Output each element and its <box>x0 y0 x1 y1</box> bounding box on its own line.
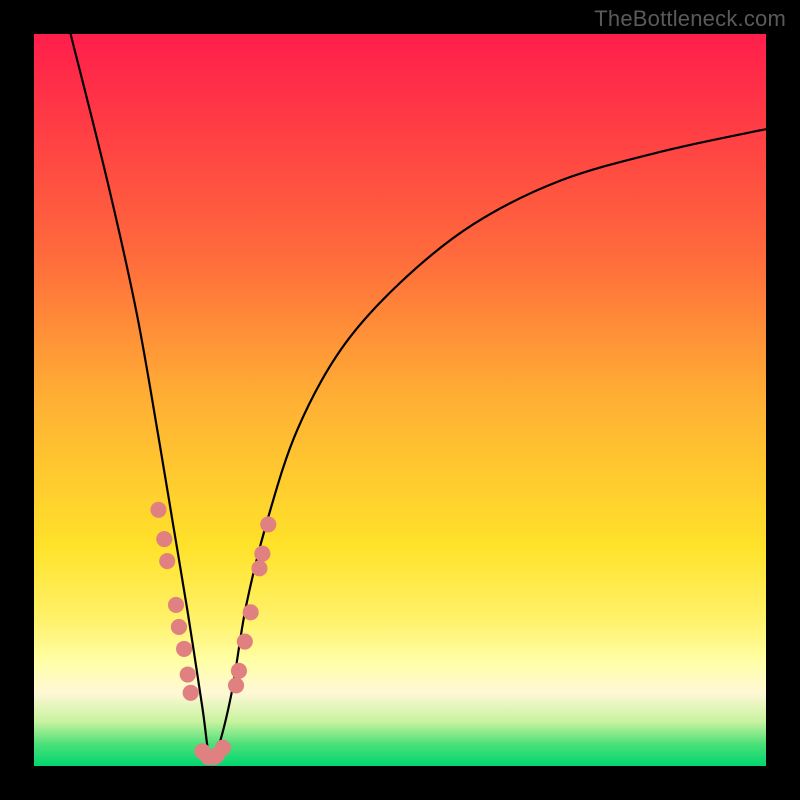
data-point <box>176 641 192 657</box>
bottleneck-curve <box>71 34 766 762</box>
data-markers <box>150 502 276 766</box>
data-point <box>150 502 166 518</box>
data-point <box>171 619 187 635</box>
data-point <box>231 663 247 679</box>
data-point <box>237 634 253 650</box>
data-point <box>168 597 184 613</box>
chart-container: TheBottleneck.com <box>0 0 800 800</box>
data-point <box>156 531 172 547</box>
data-point <box>243 604 259 620</box>
data-point <box>260 516 276 532</box>
data-point <box>183 685 199 701</box>
data-point <box>159 553 175 569</box>
plot-area <box>34 34 766 766</box>
chart-svg <box>34 34 766 766</box>
data-point <box>215 740 231 756</box>
data-point <box>228 677 244 693</box>
watermark-text: TheBottleneck.com <box>594 6 786 32</box>
data-point <box>254 546 270 562</box>
data-point <box>180 666 196 682</box>
data-point <box>251 560 267 576</box>
